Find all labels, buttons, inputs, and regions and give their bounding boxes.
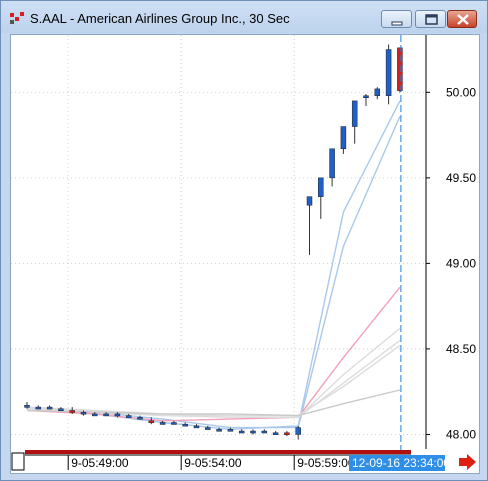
y-tick-label: 50.00 — [446, 85, 476, 99]
candle-up[interactable] — [80, 411, 87, 415]
candle-up[interactable] — [227, 429, 234, 432]
moving-average-line — [26, 100, 401, 431]
scroll-home-box[interactable] — [11, 452, 25, 471]
close-icon — [457, 14, 469, 25]
candle-up[interactable] — [306, 196, 313, 206]
candle-up[interactable] — [114, 413, 121, 417]
candle-up[interactable] — [103, 413, 109, 417]
candle-down[interactable] — [148, 420, 155, 424]
maximize-icon — [425, 14, 438, 25]
app-chart-icon — [10, 12, 24, 24]
chart-window: S.AAL - American Airlines Group Inc., 30… — [0, 0, 488, 481]
candle-up[interactable] — [351, 100, 358, 127]
close-button[interactable] — [447, 10, 477, 28]
time-axis[interactable]: 9-05:49:00 9-05:54:00 9-05:59:0012-09-16 2… — [11, 450, 476, 471]
candle-up[interactable] — [250, 430, 256, 434]
y-tick-label: 48.50 — [446, 342, 476, 356]
maximize-button[interactable] — [415, 10, 446, 28]
moving-average-line — [26, 339, 401, 418]
candle-down[interactable] — [284, 432, 290, 435]
time-scrollbar[interactable] — [25, 450, 411, 454]
candle-up[interactable] — [205, 427, 211, 430]
title-bar[interactable]: S.AAL - American Airlines Group Inc., 30… — [1, 1, 487, 33]
y-tick-label: 49.50 — [446, 171, 476, 185]
candle-up[interactable] — [24, 405, 30, 408]
candle-up[interactable] — [340, 126, 347, 150]
x-tick-label: 9-05:49:00 — [71, 456, 129, 470]
candle-up[interactable] — [238, 430, 245, 434]
candle-up[interactable] — [272, 432, 279, 435]
cursor-time-label: 12-09-16 23:34:00 — [352, 456, 450, 470]
minimize-icon — [391, 21, 403, 26]
candle-down[interactable] — [69, 410, 75, 413]
moving-average-line — [26, 116, 401, 429]
candle-up[interactable] — [125, 415, 132, 418]
candle-up[interactable] — [171, 422, 177, 425]
candle-up[interactable] — [318, 177, 324, 197]
x-tick-label: 9-05:54:00 — [184, 456, 242, 470]
candles — [24, 35, 403, 459]
candle-up[interactable] — [385, 49, 392, 96]
candle-up[interactable] — [92, 413, 98, 417]
candle-up[interactable] — [374, 88, 381, 96]
candle-up[interactable] — [35, 406, 42, 410]
moving-average-line — [26, 286, 401, 422]
window-title: S.AAL - American Airlines Group Inc., 30… — [30, 11, 290, 26]
candle-down[interactable] — [397, 47, 403, 91]
candle-up[interactable] — [363, 95, 369, 98]
candle-up[interactable] — [216, 429, 222, 432]
chart-panel[interactable]: 50.00 49.50 49.00 48.50 48.00 9-05:49:00 9-05… — [10, 34, 480, 474]
candle-up[interactable] — [182, 423, 188, 427]
right-arrow-icon[interactable] — [459, 454, 476, 470]
moving-average-line — [26, 389, 401, 417]
moving-average-lines — [26, 100, 401, 431]
candle-up[interactable] — [193, 425, 200, 429]
y-tick-label: 49.00 — [446, 256, 476, 270]
minimize-button[interactable] — [381, 10, 412, 28]
price-chart[interactable]: 50.0049.5049.0048.5048.00 9-05:49:00 9-05… — [11, 35, 479, 473]
candle-up[interactable] — [137, 417, 143, 420]
candle-up[interactable] — [329, 148, 335, 179]
candle-up[interactable] — [295, 427, 301, 435]
candle-up[interactable] — [159, 422, 166, 425]
candle-up[interactable] — [46, 406, 53, 410]
candle-up[interactable] — [261, 430, 268, 434]
y-axis: 50.00 49.50 49.00 48.50 48.00 — [425, 35, 476, 449]
x-tick-label: 9-05:59:00 — [297, 456, 355, 470]
y-tick-label: 48.00 — [446, 427, 476, 441]
candle-up[interactable] — [58, 408, 64, 412]
